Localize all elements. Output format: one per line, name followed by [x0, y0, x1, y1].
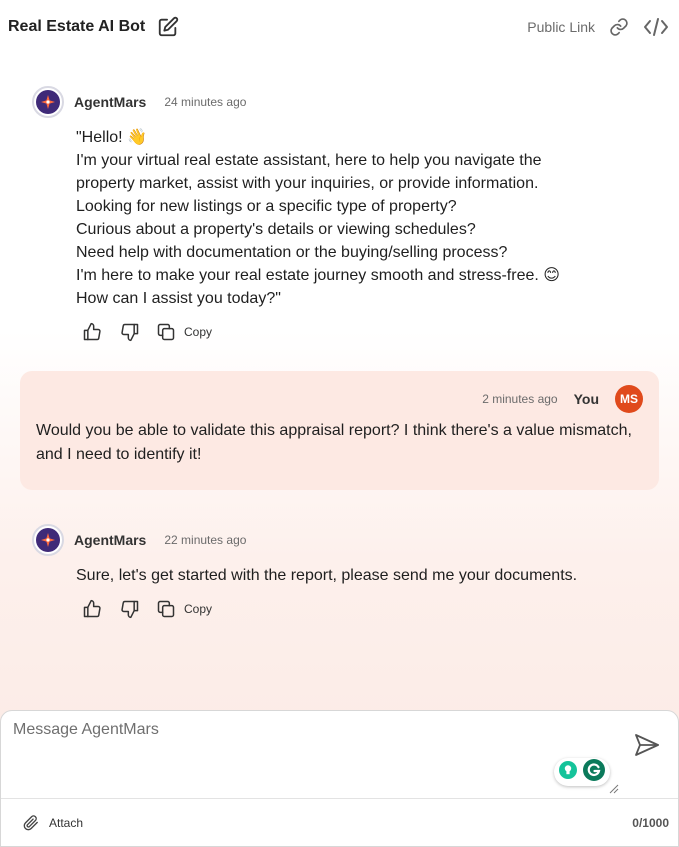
message-line: Looking for new listings or a specific t… — [76, 198, 457, 215]
copy-label: Copy — [184, 602, 213, 616]
message-line: I'm here to make your real estate journe… — [76, 267, 560, 284]
thumbs-down-icon[interactable] — [120, 322, 140, 342]
message-line: How can I assist you today?" — [76, 290, 281, 307]
message-line: I'm your virtual real estate assistant, … — [76, 152, 542, 169]
message-header: AgentMars 24 minutes ago — [32, 86, 679, 118]
lightbulb-icon[interactable] — [559, 760, 578, 784]
edit-icon[interactable] — [157, 16, 179, 38]
grammarly-icon[interactable] — [582, 758, 605, 786]
bot-message: AgentMars 22 minutes ago Sure, let's get… — [0, 524, 679, 621]
copy-button[interactable]: Copy — [156, 322, 212, 342]
public-link-button[interactable]: Public Link — [527, 19, 595, 35]
message-actions: Copy — [82, 320, 679, 344]
avatar — [32, 524, 64, 556]
message-text: "Hello! 👋 I'm your virtual real estate a… — [76, 126, 656, 310]
character-counter: 0/1000 — [632, 816, 669, 830]
paperclip-icon — [23, 815, 38, 831]
message-line: Sure, let's get started with the report,… — [76, 567, 578, 584]
thumbs-down-icon[interactable] — [120, 599, 140, 619]
message-line: Curious about a property's details or vi… — [76, 221, 476, 238]
attach-label: Attach — [49, 816, 84, 830]
bot-logo-icon — [36, 90, 60, 114]
message-header: AgentMars 22 minutes ago — [32, 524, 679, 556]
composer-toolbar: Attach 0/1000 — [1, 798, 678, 847]
thumbs-up-icon[interactable] — [82, 322, 102, 342]
copy-icon — [157, 600, 175, 618]
user-message: 2 minutes ago You MS Would you be able t… — [20, 371, 659, 490]
page-title: Real Estate AI Bot — [8, 18, 146, 35]
message-time: 24 minutes ago — [164, 95, 247, 109]
message-text: Sure, let's get started with the report,… — [76, 564, 656, 587]
message-time: 2 minutes ago — [482, 392, 558, 406]
message-input[interactable] — [13, 721, 613, 791]
copy-icon — [157, 323, 175, 341]
title-group: Real Estate AI Bot — [8, 16, 179, 38]
avatar: MS — [615, 385, 643, 413]
link-icon[interactable] — [609, 17, 629, 37]
send-icon[interactable] — [634, 733, 660, 762]
grammarly-widget[interactable] — [554, 758, 610, 786]
message-line: property market, assist with your inquir… — [76, 175, 539, 192]
message-actions: Copy — [82, 597, 679, 621]
message-author: AgentMars — [74, 94, 147, 110]
message-line: Need help with documentation or the buyi… — [76, 244, 508, 261]
message-line: "Hello! 👋 — [76, 129, 147, 146]
attach-button[interactable]: Attach — [23, 815, 83, 831]
message-text: Would you be able to validate this appra… — [36, 422, 632, 463]
message-composer: Attach 0/1000 — [0, 710, 679, 847]
copy-button[interactable]: Copy — [156, 599, 212, 619]
code-icon[interactable] — [643, 17, 669, 37]
thumbs-up-icon[interactable] — [82, 599, 102, 619]
message-time: 22 minutes ago — [164, 533, 247, 547]
resize-handle-icon[interactable] — [609, 781, 619, 799]
message-author: You — [573, 391, 599, 407]
copy-label: Copy — [184, 325, 213, 339]
message-author: AgentMars — [74, 532, 147, 548]
avatar — [32, 86, 64, 118]
header-tools: Public Link — [527, 17, 669, 37]
bot-logo-icon — [36, 528, 60, 552]
message-header: 2 minutes ago You MS — [482, 385, 643, 413]
bot-message: AgentMars 24 minutes ago "Hello! 👋 I'm y… — [0, 86, 679, 344]
chat-header: Real Estate AI Bot Public Link — [0, 0, 679, 54]
